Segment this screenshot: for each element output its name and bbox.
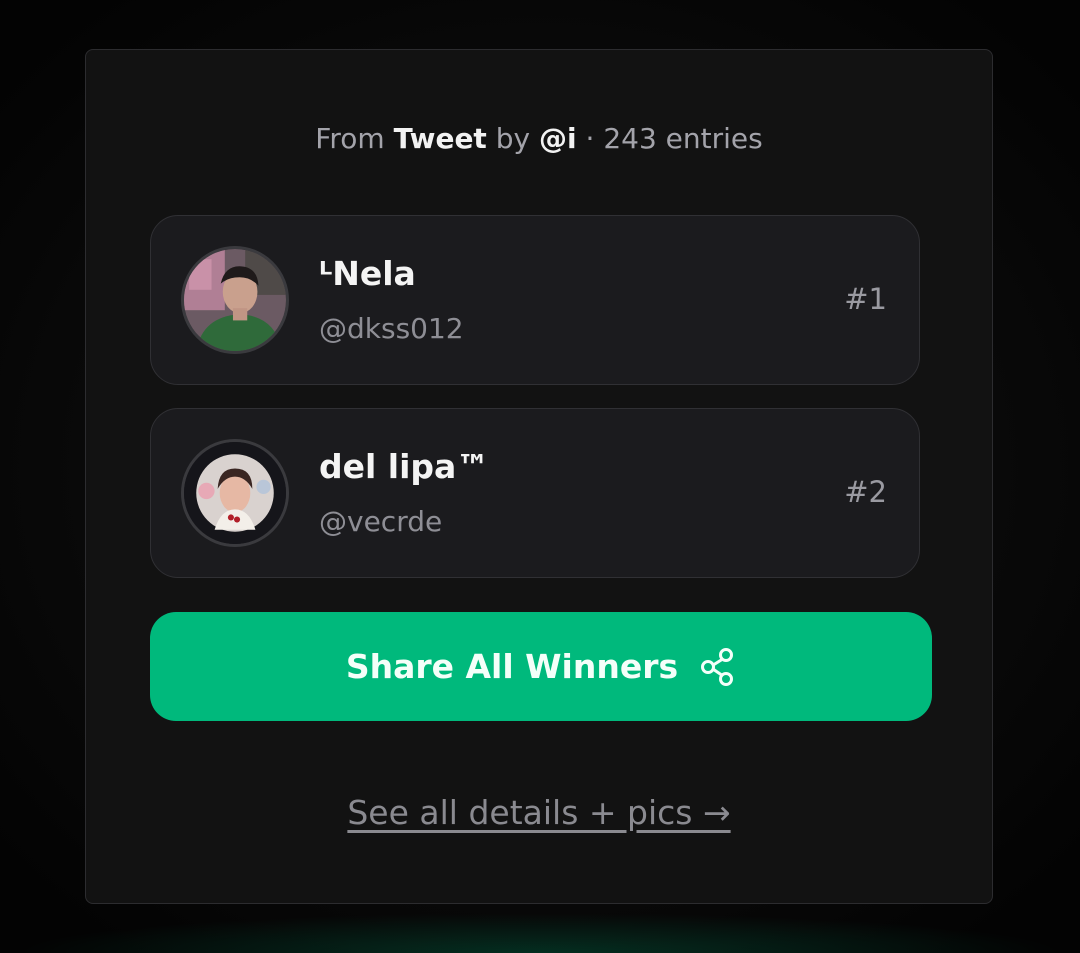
avatar [181,439,289,547]
source-summary: From Tweet by @i · 243 entries [86,122,992,155]
entries-count: 243 entries [603,122,763,155]
source-separator: · [585,122,595,155]
avatar [181,246,289,354]
winner-row-2[interactable]: del lipa™ @vecrde #2 [150,408,920,578]
winner-row-1[interactable]: ᴸNela @dkss012 #1 [150,215,920,385]
winner-name: del lipa™ [319,447,490,486]
winner-handle[interactable]: @vecrde [319,505,442,538]
user-avatar-icon [184,249,286,351]
share-all-winners-button[interactable]: Share All Winners [150,612,932,721]
source-author: @i [538,122,577,155]
share-icon [701,647,734,686]
share-button-label: Share All Winners [345,647,679,686]
page-background: From Tweet by @i · 243 entries ᴸNela @dk… [0,0,1080,953]
see-all-details-link[interactable]: See all details + pics → [86,793,992,832]
source-type: Tweet [393,122,487,155]
winner-rank: #2 [844,475,887,509]
source-by: by [495,122,531,155]
user-avatar-icon [184,442,286,544]
winner-name: ᴸNela [319,254,416,293]
source-prefix: From [315,122,385,155]
winner-rank: #1 [844,282,887,316]
winners-card: From Tweet by @i · 243 entries ᴸNela @dk… [85,49,993,904]
winner-handle[interactable]: @dkss012 [319,312,464,345]
